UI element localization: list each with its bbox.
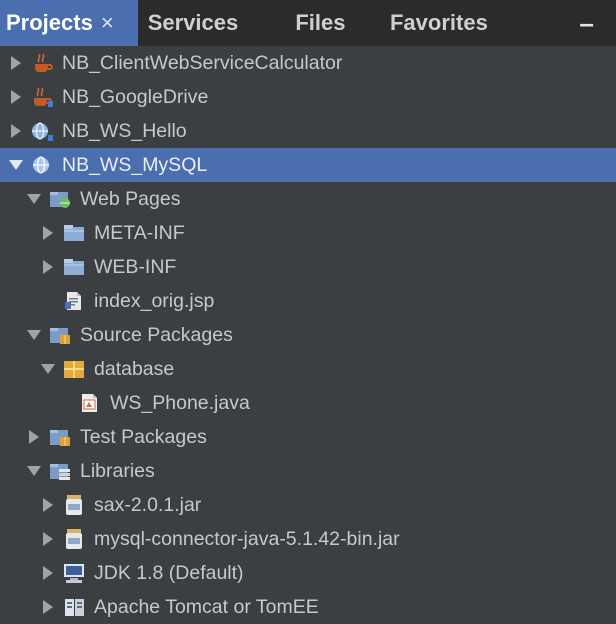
tree-node-label: database	[94, 358, 175, 380]
tab-services[interactable]: Services	[138, 0, 286, 46]
close-icon[interactable]: ×	[101, 10, 114, 36]
tree-node-label: NB_WS_Hello	[62, 120, 187, 142]
tree-node-label: Source Packages	[80, 324, 233, 346]
minimize-icon: –	[579, 7, 594, 38]
jdk-icon	[62, 562, 86, 584]
tree-node-label: WEB-INF	[94, 256, 177, 278]
tree-node-label: Test Packages	[80, 426, 207, 448]
expand-toggle-icon[interactable]	[40, 597, 56, 617]
libraries-icon	[48, 460, 72, 482]
expand-toggle-icon[interactable]	[8, 121, 24, 141]
collapse-toggle-icon[interactable]	[26, 461, 42, 481]
jsp-file-icon	[62, 290, 86, 312]
collapse-toggle-icon[interactable]	[8, 155, 24, 175]
tree-node-label: WS_Phone.java	[110, 392, 250, 414]
web-pages-folder-icon	[48, 188, 72, 210]
tree-node-apache-tomcat[interactable]: Apache Tomcat or TomEE	[0, 590, 616, 624]
tree-node-label: Libraries	[80, 460, 155, 482]
tab-files[interactable]: Files	[285, 0, 380, 46]
expand-toggle-icon[interactable]	[40, 529, 56, 549]
tree-node-test-packages[interactable]: Test Packages	[0, 420, 616, 454]
expand-toggle-icon[interactable]	[40, 495, 56, 515]
tree-node-mysql-connector-jar[interactable]: mysql-connector-java-5.1.42-bin.jar	[0, 522, 616, 556]
jar-icon	[62, 528, 86, 550]
tree-node-ws-phone-java[interactable]: WS_Phone.java	[0, 386, 616, 420]
expand-toggle-icon[interactable]	[40, 223, 56, 243]
tree-node-nb-ws-hello[interactable]: NB_WS_Hello	[0, 114, 616, 148]
project-tree: NB_ClientWebServiceCalculator NB_GoogleD…	[0, 46, 616, 624]
tree-node-libraries[interactable]: Libraries	[0, 454, 616, 488]
expand-toggle-icon[interactable]	[40, 563, 56, 583]
jar-icon	[62, 494, 86, 516]
web-project-icon	[30, 120, 54, 142]
tab-files-label: Files	[295, 10, 346, 35]
tree-node-label: index_orig.jsp	[94, 290, 215, 312]
tree-node-web-inf[interactable]: WEB-INF	[0, 250, 616, 284]
minimize-button[interactable]: –	[557, 0, 616, 46]
tab-services-label: Services	[147, 10, 239, 35]
test-packages-icon	[48, 426, 72, 448]
web-project-icon	[30, 154, 54, 176]
tree-node-label: NB_ClientWebServiceCalculator	[62, 52, 343, 74]
tree-node-web-pages[interactable]: Web Pages	[0, 182, 616, 216]
tree-node-meta-inf[interactable]: META-INF	[0, 216, 616, 250]
tree-node-nb-clientwebservicecalculator[interactable]: NB_ClientWebServiceCalculator	[0, 46, 616, 80]
tree-node-label: JDK 1.8 (Default)	[94, 562, 244, 584]
expand-toggle-icon[interactable]	[8, 87, 24, 107]
tree-node-label: mysql-connector-java-5.1.42-bin.jar	[94, 528, 400, 550]
tree-node-label: NB_WS_MySQL	[62, 154, 208, 176]
tree-node-source-packages[interactable]: Source Packages	[0, 318, 616, 352]
source-packages-icon	[48, 324, 72, 346]
expand-toggle-icon[interactable]	[26, 427, 42, 447]
tree-node-jdk[interactable]: JDK 1.8 (Default)	[0, 556, 616, 590]
java-project-icon	[30, 86, 54, 108]
tree-node-sax-jar[interactable]: sax-2.0.1.jar	[0, 488, 616, 522]
tree-node-label: Web Pages	[80, 188, 181, 210]
folder-icon	[62, 256, 86, 278]
folder-icon	[62, 222, 86, 244]
tree-node-index-orig-jsp[interactable]: index_orig.jsp	[0, 284, 616, 318]
tree-node-database[interactable]: database	[0, 352, 616, 386]
tree-node-nb-googledrive[interactable]: NB_GoogleDrive	[0, 80, 616, 114]
collapse-toggle-icon[interactable]	[26, 325, 42, 345]
expand-toggle-icon[interactable]	[8, 53, 24, 73]
tab-favorites-label: Favorites	[389, 10, 488, 35]
java-class-icon	[78, 392, 102, 414]
tab-projects[interactable]: Projects ×	[0, 0, 138, 46]
collapse-toggle-icon[interactable]	[40, 359, 56, 379]
tab-favorites[interactable]: Favorites	[380, 0, 557, 46]
tree-node-label: NB_GoogleDrive	[62, 86, 209, 108]
java-project-icon	[30, 52, 54, 74]
package-icon	[62, 358, 86, 380]
tab-bar: Projects × Services Files Favorites –	[0, 0, 616, 46]
collapse-toggle-icon[interactable]	[26, 189, 42, 209]
tree-node-label: META-INF	[94, 222, 185, 244]
tab-projects-label: Projects	[6, 10, 93, 35]
expand-toggle-icon[interactable]	[40, 257, 56, 277]
tree-node-nb-ws-mysql[interactable]: NB_WS_MySQL	[0, 148, 616, 182]
tree-node-label: sax-2.0.1.jar	[94, 494, 202, 516]
